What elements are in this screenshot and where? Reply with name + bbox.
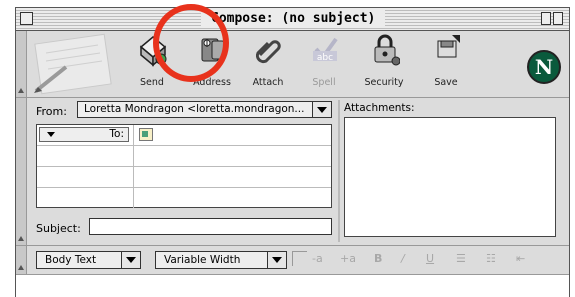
bold-button[interactable]: B [374,252,382,265]
address-row[interactable]: To: [37,125,331,146]
font-value: Variable Width [164,254,241,266]
attach-button[interactable]: Attach [242,33,294,95]
security-button[interactable]: Security [358,33,410,95]
paragraph-style-select[interactable]: Body Text [36,251,141,269]
decrease-font-button[interactable]: -a [312,252,323,265]
numbered-list-icon[interactable]: ☷ [486,252,496,265]
address-card-icon [139,128,153,141]
address-type-cell [37,188,134,208]
toolbar: Send Address Attach abc Spell Security S… [16,31,569,98]
chevron-down-icon [312,102,331,117]
attachments-list[interactable] [344,117,556,237]
address-row[interactable] [37,188,331,208]
spellcheck-icon: abc [313,37,338,63]
address-type-cell [37,167,134,187]
save-icon [437,35,460,58]
spell-label: Spell [312,77,336,88]
spell-button[interactable]: abc Spell [298,33,350,95]
message-body[interactable] [16,275,569,297]
increase-font-button[interactable]: +a [340,252,356,265]
underline-button[interactable]: U [426,252,434,265]
chevron-down-icon [121,252,140,268]
pane-divider[interactable] [338,100,340,242]
format-toolbar: Body Text Variable Width -a +a B / U ☰ ☷… [16,246,569,275]
svg-text:abc: abc [317,53,333,63]
close-box[interactable] [20,12,33,25]
italic-button[interactable]: / [401,252,405,265]
attach-label: Attach [252,77,284,88]
font-select[interactable]: Variable Width [155,251,287,269]
address-table[interactable]: To: [36,124,332,208]
bullet-list-icon[interactable]: ☰ [456,252,466,265]
header-collapse-tab[interactable] [16,98,27,245]
chevron-down-icon [267,252,286,268]
triangle-down-icon [47,132,55,137]
subject-input[interactable] [89,218,332,235]
title-bar[interactable]: Compose: (no subject) [16,8,569,31]
address-row[interactable] [37,167,331,188]
netscape-logo-letter: N [534,55,554,79]
paper-pen-decoration-icon [34,33,112,95]
security-label: Security [364,77,404,88]
text-color-icon[interactable] [292,251,307,266]
send-label: Send [140,77,164,88]
from-label: From: [36,105,67,118]
address-type-cell [37,146,134,166]
toolbar-collapse-tab[interactable] [16,31,27,97]
address-row[interactable] [37,146,331,167]
address-type-cell: To: [37,125,134,145]
netscape-logo[interactable]: N [527,50,561,84]
lock-icon [374,34,400,66]
paragraph-style-value: Body Text [45,254,97,266]
address-header: From: Loretta Mondragon <loretta.mondrag… [16,98,569,246]
format-collapse-tab[interactable] [16,246,27,274]
highlight-circle [153,4,229,82]
from-value: Loretta Mondragon <loretta.mondragon... [84,103,305,115]
from-select[interactable]: Loretta Mondragon <loretta.mondragon... [77,101,332,118]
window-title: Compose: (no subject) [201,10,386,27]
attachments-label: Attachments: [344,102,415,114]
paperclip-icon [255,40,281,64]
zoom-collapse-boxes[interactable] [541,12,563,25]
outdent-icon[interactable]: ⇤ [516,252,525,265]
compose-window: Compose: (no subject) Send Address Attac… [15,7,570,297]
address-type-select[interactable]: To: [39,127,129,142]
save-label: Save [434,77,458,88]
subject-label: Subject: [36,222,81,235]
save-button[interactable]: Save [420,33,472,95]
address-type-label: To: [109,128,124,140]
